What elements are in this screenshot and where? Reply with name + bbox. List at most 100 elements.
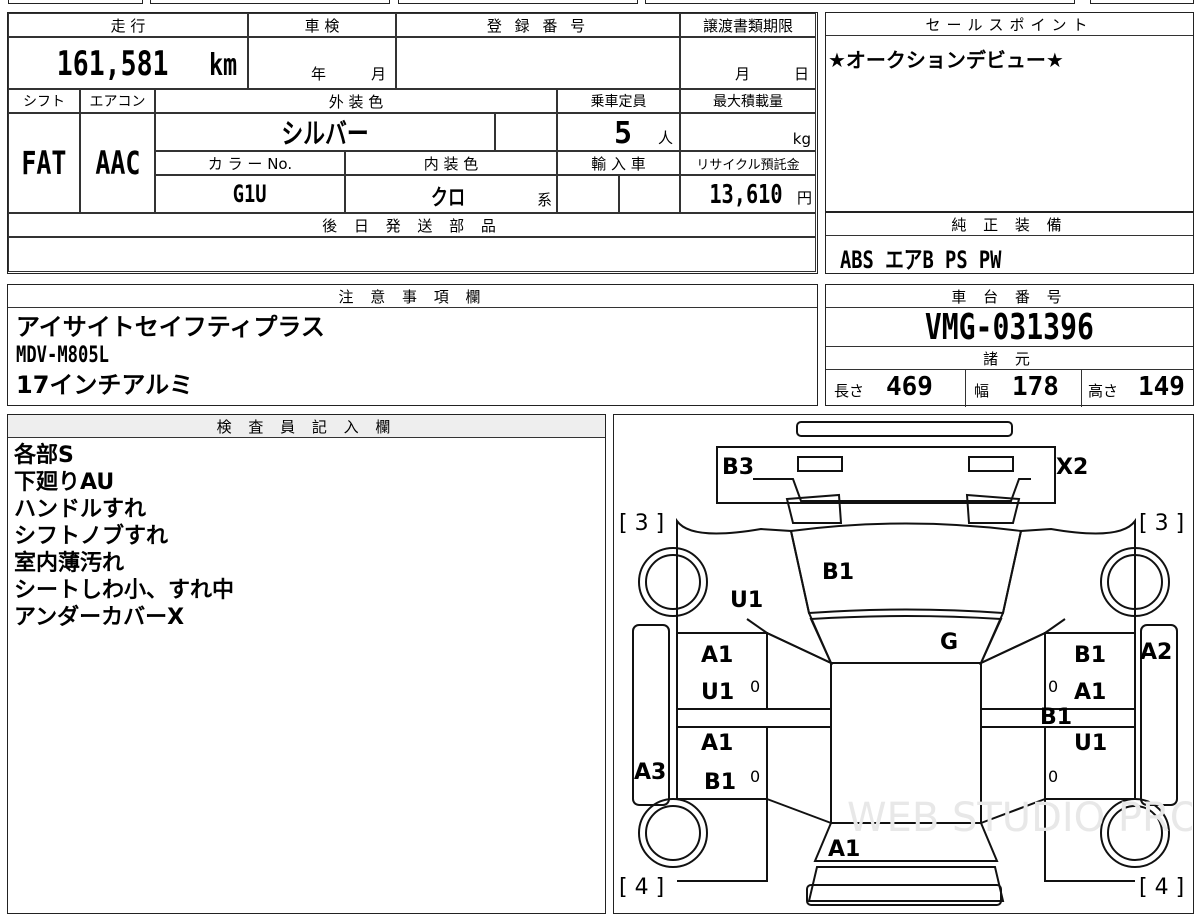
mark-zero-right-front: 0: [1048, 677, 1059, 696]
mark-left-rear-door-2: B1: [704, 770, 737, 795]
mileage-value: 161,581: [56, 44, 169, 84]
mark-right-center: B1: [1040, 705, 1073, 730]
capacity-value: 5: [614, 116, 633, 151]
inspector-line: 下廻りAU: [14, 470, 115, 495]
later-parts-label: 後 日 発 送 部 品: [8, 213, 816, 237]
interior-color-value: クロ: [430, 186, 466, 211]
registration-label: 登 録 番 号: [396, 13, 680, 37]
sales-point-text: ★オークションデビュー★: [828, 48, 1064, 72]
car-diagram-panel: WEB STUDIO PRO [ 3 ] [ 3 ] [ 4 ] [ 4 ] B…: [613, 414, 1194, 914]
color-no-cell: G1U: [155, 175, 345, 213]
chassis-panel: 車 台 番 号 VMG-031396 諸 元 長さ 469 幅 178 高さ 1…: [825, 284, 1194, 407]
shift-value-cell: FAT: [8, 113, 80, 213]
aircon-value: AAC: [94, 144, 141, 182]
equipment-label: 純 正 装 備: [826, 213, 1193, 236]
height-label: 高さ: [1088, 382, 1119, 400]
rear-left-wheel: [638, 798, 708, 868]
spec-width: 幅 178: [966, 370, 1082, 407]
top-strip-cell: [398, 0, 638, 4]
max-load-unit: kg: [792, 130, 811, 148]
inspector-line: 各部S: [14, 443, 74, 468]
top-strip-cell: [645, 0, 1075, 4]
inspector-line: アンダーカバーX: [14, 605, 185, 630]
recycle-fee-cell: 13,610 円: [680, 175, 816, 213]
windshield: [809, 615, 1003, 664]
inspector-line: ハンドルすれ: [14, 497, 147, 522]
chassis-number: VMG-031396: [924, 306, 1095, 348]
headlight-left: [797, 456, 843, 472]
width-label: 幅: [974, 382, 990, 400]
mark-trunk: A1: [828, 837, 861, 862]
length-value: 469: [886, 372, 933, 402]
mark-front-left-bumper: B3: [722, 455, 755, 480]
spec-height: 高さ 149: [1082, 370, 1192, 407]
sales-point-label: セールスポイント: [826, 13, 1193, 36]
mark-left-front-door-2: U1: [701, 680, 735, 705]
mark-zero-right-rear: 0: [1048, 767, 1059, 786]
notes-panel: 注 意 事 項 欄 アイサイトセイフティプラス MDV-M805L 17インチア…: [7, 284, 818, 406]
mark-left-front-door-1: A1: [701, 643, 734, 668]
inspector-panel: 検 査 員 記 入 欄 各部S 下廻りAU ハンドルすれ シフトノブすれ 室内薄…: [7, 414, 606, 914]
mark-windshield: G: [940, 630, 959, 655]
interior-color-label: 内 装 色: [345, 151, 557, 175]
inspector-line: シートしわ小、すれ中: [14, 578, 235, 603]
watermark: WEB STUDIO PRO: [847, 795, 1192, 841]
inspection-cell: 年 月: [248, 37, 396, 89]
max-load-label: 最大積載量: [680, 89, 816, 113]
import-label: 輸 入 車: [557, 151, 680, 175]
specs-row: 長さ 469 幅 178 高さ 149: [826, 370, 1193, 407]
shift-label: シフト: [8, 89, 80, 113]
exterior-color-cell: シルバー: [155, 113, 495, 151]
mileage-label: 走 行: [8, 13, 248, 37]
later-parts-cell: [8, 237, 816, 272]
inspection-label: 車 検: [248, 13, 396, 37]
inspector-line: シフトノブすれ: [14, 524, 169, 549]
tire-label-front-left: [ 3 ]: [619, 511, 665, 536]
front-bumper-strip: [796, 421, 1013, 437]
mark-hood: B1: [822, 560, 855, 585]
equipment-text: ABS エアB PS PW: [840, 246, 1002, 274]
registration-cell: [396, 37, 680, 89]
capacity-label: 乗車定員: [557, 89, 680, 113]
exterior-color-label: 外 装 色: [155, 89, 557, 113]
inspection-month-label: 月: [371, 65, 387, 83]
exterior-extra-cell: [495, 113, 557, 151]
tire-label-rear-left: [ 4 ]: [619, 875, 665, 900]
aircon-label: エアコン: [80, 89, 155, 113]
mark-right-rear-door: U1: [1074, 731, 1108, 756]
mark-left-fender: U1: [730, 588, 764, 613]
vehicle-info-table: 走 行 車 検 登 録 番 号 譲渡書類期限 161,581 km 年 月 月 …: [7, 12, 818, 274]
tire-label-front-right: [ 3 ]: [1139, 511, 1185, 536]
notes-line: 17インチアルミ: [16, 371, 194, 399]
aircon-value-cell: AAC: [80, 113, 155, 213]
notes-label: 注 意 事 項 欄: [8, 285, 817, 308]
color-no-value: G1U: [233, 180, 267, 208]
import-cell-2: [619, 175, 680, 213]
capacity-unit: 人: [657, 129, 673, 147]
mileage-cell: 161,581 km: [8, 37, 248, 89]
height-value: 149: [1138, 372, 1185, 402]
chassis-label: 車 台 番 号: [826, 285, 1193, 308]
transfer-deadline-label: 譲渡書類期限: [680, 13, 816, 37]
right-fender: [979, 517, 1136, 666]
top-strip-cell: [8, 0, 143, 4]
left-pillar: [676, 708, 832, 728]
length-label: 長さ: [834, 382, 865, 400]
front-bumper: [716, 446, 1056, 504]
recycle-fee-value: 13,610: [709, 180, 783, 210]
import-cell-1: [557, 175, 619, 213]
mark-zero-left-rear: 0: [750, 767, 761, 786]
front-left-wheel: [638, 547, 708, 617]
mark-front-right-bumper: X2: [1056, 455, 1089, 480]
headlight-right: [968, 456, 1014, 472]
mark-left-rocker: A3: [634, 760, 667, 785]
mark-right-front-door: B1: [1074, 643, 1107, 668]
top-strip-cell: [150, 0, 390, 4]
transfer-deadline-cell: 月 日: [680, 37, 816, 89]
fog-left: [785, 493, 843, 524]
notes-line: アイサイトセイフティプラス: [16, 313, 325, 341]
shift-value: FAT: [21, 144, 67, 182]
recycle-fee-label: リサイクル預託金: [680, 151, 816, 175]
inspection-year-label: 年: [311, 65, 327, 83]
inspector-line: 室内薄汚れ: [14, 551, 125, 576]
